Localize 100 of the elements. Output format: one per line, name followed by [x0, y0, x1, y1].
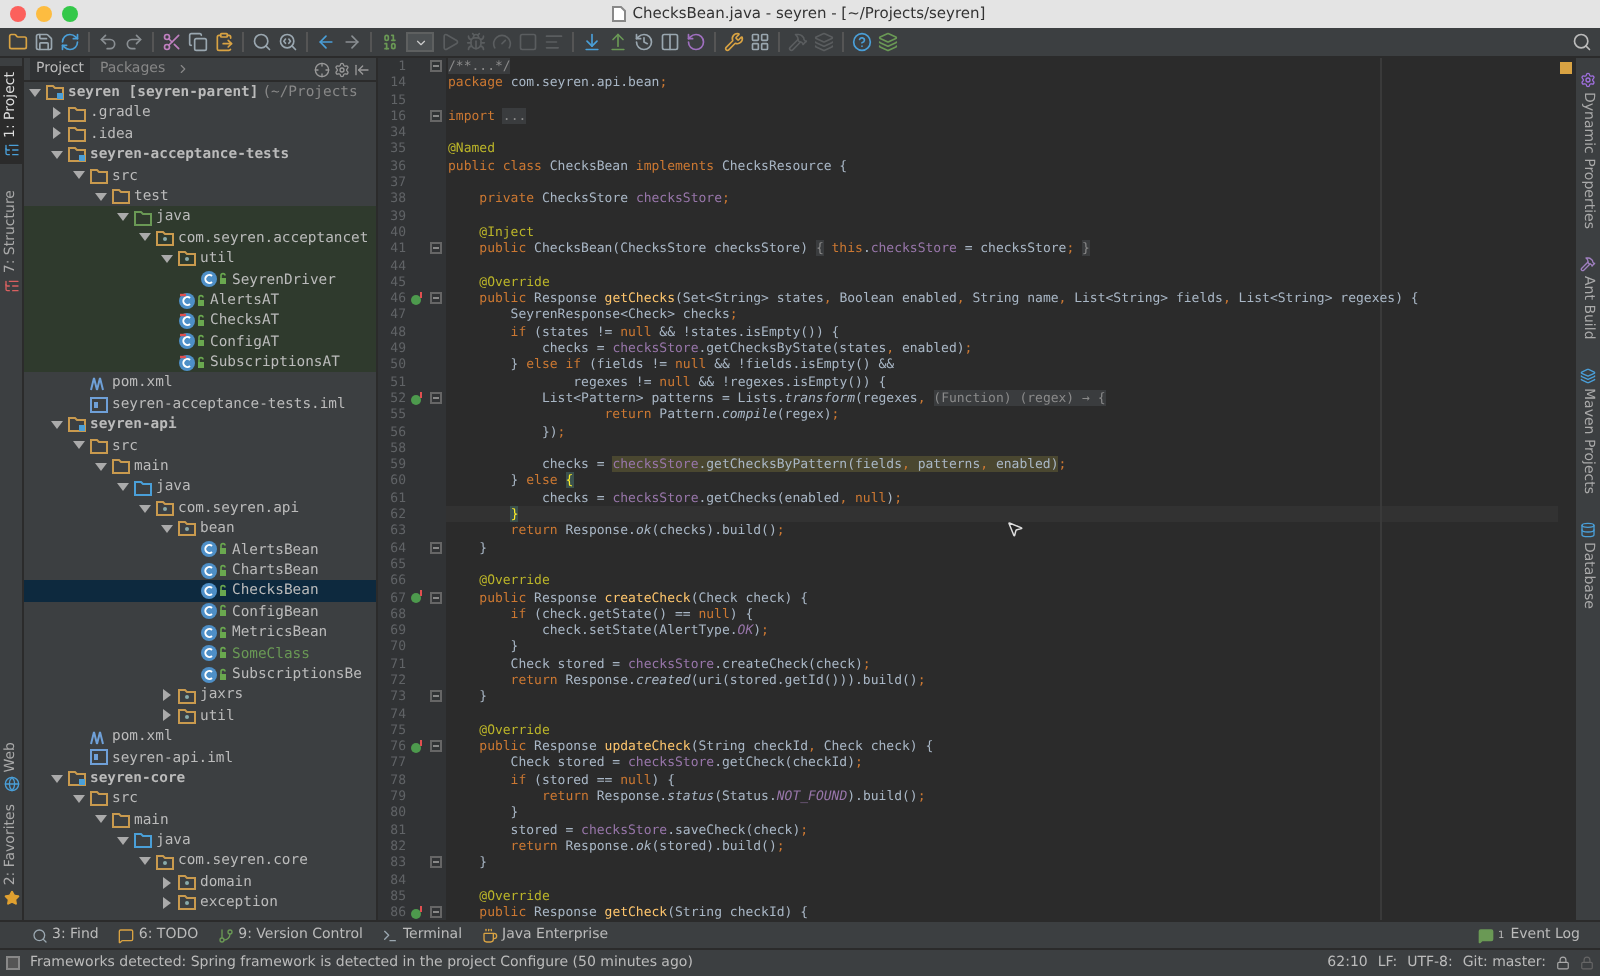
terminal-icon — [382, 927, 399, 943]
maven-file-icon — [90, 374, 108, 393]
fold-marker-icon[interactable] — [430, 242, 442, 255]
expanded-arrow-icon[interactable] — [72, 791, 86, 806]
fold-marker-icon[interactable] — [430, 292, 442, 305]
more-tabs-icon[interactable] — [175, 62, 190, 76]
expanded-arrow-icon[interactable] — [116, 833, 130, 848]
class-icon — [200, 270, 228, 289]
database-icon — [1580, 522, 1596, 539]
collapsed-arrow-icon[interactable] — [160, 708, 174, 723]
forward-arrow-icon[interactable] — [342, 32, 362, 52]
folder-icon — [68, 416, 86, 433]
folder-icon — [156, 500, 174, 516]
mouse-cursor-icon — [1006, 520, 1024, 538]
search-icon — [32, 927, 48, 943]
fold-marker-icon[interactable] — [430, 906, 442, 919]
collapsed-arrow-icon[interactable] — [50, 106, 64, 121]
expanded-arrow-icon[interactable] — [94, 812, 108, 827]
scissors-icon[interactable] — [162, 32, 182, 52]
undo-icon[interactable] — [98, 32, 118, 52]
todo-icon — [118, 927, 135, 943]
folder-icon — [68, 146, 86, 163]
help-icon[interactable] — [852, 32, 872, 52]
wrench-icon[interactable] — [724, 32, 744, 52]
search-icon[interactable] — [252, 32, 272, 52]
collapsed-arrow-icon[interactable] — [160, 875, 174, 890]
expanded-arrow-icon[interactable] — [50, 417, 64, 432]
class-icon — [178, 353, 206, 372]
locate-icon[interactable] — [314, 61, 330, 77]
fold-marker-icon[interactable] — [430, 856, 442, 869]
module-file-icon — [90, 748, 108, 767]
paste-icon[interactable] — [214, 32, 234, 52]
binary-icon[interactable] — [380, 32, 400, 52]
fold-marker-icon[interactable] — [430, 392, 442, 405]
class-icon — [200, 540, 228, 559]
expanded-arrow-icon[interactable] — [116, 480, 130, 495]
project-icon — [3, 142, 19, 158]
hide-panel-icon[interactable] — [354, 61, 370, 77]
vcs-update-icon[interactable] — [582, 32, 602, 52]
class-icon — [178, 291, 206, 310]
hammer-icon — [1580, 256, 1596, 273]
grid-icon[interactable] — [750, 32, 770, 52]
override-marker-icon[interactable] — [409, 590, 423, 605]
override-marker-icon[interactable] — [409, 905, 423, 920]
find-replace-icon[interactable] — [278, 32, 298, 52]
expanded-arrow-icon[interactable] — [138, 501, 152, 515]
fold-marker-icon[interactable] — [430, 740, 442, 753]
class-icon — [200, 623, 228, 642]
fold-marker-icon[interactable] — [430, 690, 442, 703]
redo-icon[interactable] — [124, 32, 144, 52]
collapsed-arrow-icon[interactable] — [50, 126, 64, 141]
expanded-arrow-icon[interactable] — [138, 230, 152, 245]
expanded-arrow-icon[interactable] — [138, 854, 152, 869]
run-configuration-dropdown[interactable] — [406, 32, 434, 52]
expanded-arrow-icon[interactable] — [50, 147, 64, 162]
search-icon[interactable] — [1572, 32, 1592, 52]
expanded-arrow-icon[interactable] — [50, 771, 64, 786]
settings-icon[interactable] — [334, 61, 350, 77]
revert-icon[interactable] — [686, 32, 706, 52]
override-marker-icon[interactable] — [409, 739, 423, 754]
close-window-button[interactable] — [10, 6, 26, 22]
sync-icon[interactable] — [60, 32, 80, 52]
folder-icon — [178, 874, 196, 891]
folder-icon[interactable] — [8, 32, 28, 52]
expanded-arrow-icon[interactable] — [72, 168, 86, 183]
stack-icon[interactable] — [878, 32, 898, 52]
class-icon — [200, 665, 228, 684]
override-marker-icon[interactable] — [409, 291, 423, 306]
folder-icon — [178, 520, 196, 537]
class-icon — [178, 311, 206, 330]
vcs-commit-icon[interactable] — [608, 32, 628, 52]
fold-marker-icon[interactable] — [430, 591, 442, 604]
fold-marker-icon[interactable] — [430, 60, 442, 73]
expanded-arrow-icon[interactable] — [94, 189, 108, 204]
compare-icon[interactable] — [660, 32, 680, 52]
gear-icon — [1580, 72, 1596, 88]
collapsed-arrow-icon[interactable] — [160, 688, 174, 703]
lock-icon[interactable] — [1556, 956, 1570, 970]
override-marker-icon[interactable] — [409, 391, 423, 406]
class-icon — [200, 644, 228, 663]
folder-icon — [156, 853, 174, 870]
expanded-arrow-icon[interactable] — [28, 85, 42, 100]
fold-marker-icon[interactable] — [430, 110, 442, 123]
expanded-arrow-icon[interactable] — [160, 521, 174, 536]
back-arrow-icon[interactable] — [316, 32, 336, 52]
module-file-icon — [90, 395, 108, 414]
status-toggle-icon[interactable] — [6, 956, 20, 970]
globe-icon — [3, 776, 19, 793]
save-icon[interactable] — [34, 32, 54, 52]
expanded-arrow-icon[interactable] — [116, 210, 130, 225]
history-icon[interactable] — [634, 32, 654, 52]
fold-marker-icon[interactable] — [430, 541, 442, 554]
expanded-arrow-icon[interactable] — [160, 251, 174, 266]
expanded-arrow-icon[interactable] — [72, 438, 86, 453]
coffee-icon — [482, 927, 499, 943]
maven-icon — [1580, 368, 1596, 385]
copy-icon[interactable] — [188, 32, 208, 52]
expanded-arrow-icon[interactable] — [94, 459, 108, 474]
caret-icon — [413, 35, 427, 49]
collapsed-arrow-icon[interactable] — [160, 895, 174, 910]
